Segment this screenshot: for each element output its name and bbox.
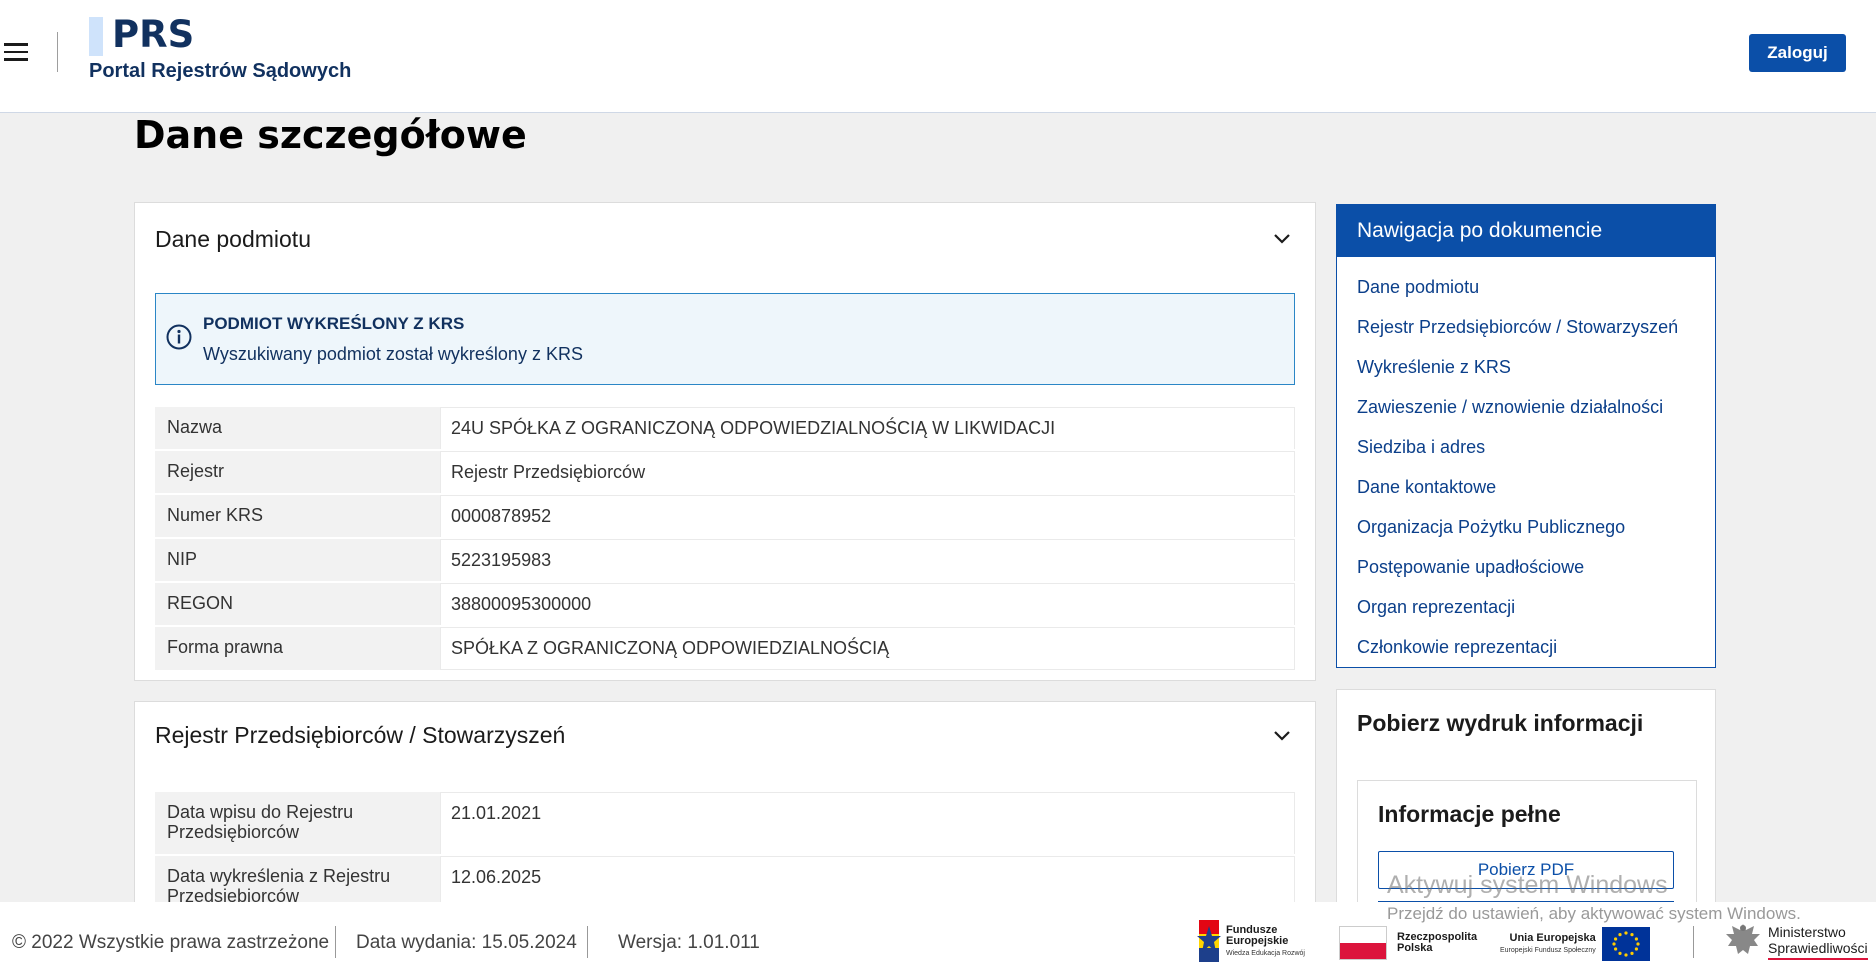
table-row: Data wpisu do Rejestru Przedsiębiorców 2… bbox=[155, 792, 1295, 856]
table-row: Rejestr Rejestr Przedsiębiorców bbox=[155, 451, 1295, 495]
chevron-down-icon[interactable] bbox=[1272, 726, 1292, 746]
table-row: Numer KRS 0000878952 bbox=[155, 495, 1295, 539]
table-row: Forma prawna SPÓŁKA Z OGRANICZONĄ ODPOWI… bbox=[155, 627, 1295, 672]
row-value: 5223195983 bbox=[440, 539, 1295, 581]
login-button[interactable]: Zaloguj bbox=[1749, 34, 1846, 72]
entity-details-table: Nazwa 24U SPÓŁKA Z OGRANICZONĄ ODPOWIEDZ… bbox=[155, 407, 1295, 672]
eagle-emblem-icon bbox=[1726, 924, 1760, 954]
ue-line1: Unia Europejska bbox=[1509, 932, 1596, 944]
fe-line2: Europejskie bbox=[1226, 934, 1289, 947]
fe-logo: Fundusze Europejskie Wiedza Edukacja Roz… bbox=[1197, 920, 1305, 962]
polish-flag-icon bbox=[1339, 926, 1387, 960]
logo-subtitle[interactable]: Portal Rejestrów Sądowych bbox=[89, 60, 351, 83]
ms-line1: Ministerstwo bbox=[1768, 924, 1846, 940]
nav-link[interactable]: Wykreślenie z KRS bbox=[1337, 347, 1715, 387]
footer-divider bbox=[587, 926, 588, 958]
table-row: NIP 5223195983 bbox=[155, 539, 1295, 583]
row-value: SPÓŁKA Z OGRANICZONĄ ODPOWIEDZIALNOŚCIĄ bbox=[440, 627, 1295, 670]
table-row: REGON 38800095300000 bbox=[155, 583, 1295, 627]
row-value: Rejestr Przedsiębiorców bbox=[440, 451, 1295, 493]
entity-card: Dane podmiotu PODMIOT WYKREŚLONY Z KRS W… bbox=[134, 202, 1316, 681]
row-value: 38800095300000 bbox=[440, 583, 1295, 625]
windows-activation-hint: Przejdź do ustawień, aby aktywować syste… bbox=[1387, 904, 1801, 923]
nav-list: Dane podmiotu Rejestr Przedsiębiorców / … bbox=[1337, 257, 1715, 667]
row-label: REGON bbox=[155, 583, 440, 625]
entity-card-title[interactable]: Dane podmiotu bbox=[155, 226, 311, 253]
footer-divider bbox=[1693, 926, 1694, 958]
nav-panel-title: Nawigacja po dokumencie bbox=[1337, 205, 1715, 257]
page-title: Dane szczegółowe bbox=[134, 113, 527, 157]
eu-flag-icon bbox=[1601, 927, 1650, 961]
row-value: 0000878952 bbox=[440, 495, 1295, 537]
nav-link[interactable]: Rejestr Przedsiębiorców / Stowarzyszeń bbox=[1337, 307, 1715, 347]
nav-link[interactable]: Organ reprezentacji bbox=[1337, 587, 1715, 627]
nav-link[interactable]: Postępowanie upadłościowe bbox=[1337, 547, 1715, 587]
footer-divider bbox=[335, 926, 336, 958]
nav-link[interactable]: Członkowie reprezentacji bbox=[1337, 627, 1715, 667]
fe-star-icon bbox=[1197, 920, 1221, 962]
alert-text: Wyszukiwany podmiot został wykreślony z … bbox=[203, 344, 583, 364]
register-details-table: Data wpisu do Rejestru Przedsiębiorców 2… bbox=[155, 792, 1295, 920]
removed-alert: PODMIOT WYKREŚLONY Z KRS Wyszukiwany pod… bbox=[155, 293, 1295, 385]
register-card: Rejestr Przedsiębiorców / Stowarzyszeń D… bbox=[134, 701, 1316, 931]
footer-version: Wersja: 1.01.011 bbox=[618, 932, 760, 953]
nav-link[interactable]: Zawieszenie / wznowienie działalności bbox=[1337, 387, 1715, 427]
nav-link[interactable]: Dane podmiotu bbox=[1337, 267, 1715, 307]
ms-logo: Ministerstwo Sprawiedliwości bbox=[1722, 920, 1868, 964]
row-label: Nazwa bbox=[155, 407, 440, 449]
ms-line2: Sprawiedliwości bbox=[1768, 940, 1868, 960]
print-panel-title: Pobierz wydruk informacji bbox=[1357, 710, 1644, 736]
rp-line2: Polska bbox=[1397, 942, 1433, 954]
row-value: 24U SPÓŁKA Z OGRANICZONĄ ODPOWIEDZIALNOŚ… bbox=[440, 407, 1295, 449]
windows-activation-watermark: Aktywuj system Windows bbox=[1387, 871, 1668, 899]
logo-accent bbox=[89, 17, 103, 56]
nav-link[interactable]: Dane kontaktowe bbox=[1337, 467, 1715, 507]
fe-small: Wiedza Edukacja Rozwój bbox=[1226, 949, 1305, 957]
footer-release-date: Data wydania: 15.05.2024 bbox=[356, 932, 577, 953]
table-row: Nazwa 24U SPÓŁKA Z OGRANICZONĄ ODPOWIEDZ… bbox=[155, 407, 1295, 451]
ue-small: Europejski Fundusz Społeczny bbox=[1500, 947, 1596, 954]
header-divider bbox=[57, 32, 58, 72]
nav-link[interactable]: Organizacja Pożytku Publicznego bbox=[1337, 507, 1715, 547]
nav-link[interactable]: Siedziba i adres bbox=[1337, 427, 1715, 467]
row-label: NIP bbox=[155, 539, 440, 581]
row-label: Rejestr bbox=[155, 451, 440, 493]
rp-logo: Rzeczpospolita Polska bbox=[1339, 926, 1477, 960]
footer-copyright: © 2022 Wszystkie prawa zastrzeżone bbox=[12, 932, 330, 953]
full-info-title: Informacje pełne bbox=[1378, 801, 1561, 827]
logo-title[interactable]: PRS bbox=[112, 13, 194, 56]
top-header: PRS Portal Rejestrów Sądowych Zaloguj bbox=[0, 0, 1876, 113]
alert-title: PODMIOT WYKREŚLONY Z KRS bbox=[203, 314, 465, 333]
chevron-down-icon[interactable] bbox=[1272, 229, 1292, 249]
info-icon bbox=[166, 324, 192, 350]
row-label: Forma prawna bbox=[155, 627, 440, 670]
menu-icon[interactable] bbox=[4, 43, 28, 61]
fe-line1: Fundusze bbox=[1226, 923, 1278, 936]
row-label: Numer KRS bbox=[155, 495, 440, 537]
document-navigation: Nawigacja po dokumencie Dane podmiotu Re… bbox=[1336, 204, 1716, 668]
ue-logo: Unia Europejska Europejski Fundusz Społe… bbox=[1500, 927, 1650, 961]
register-card-title[interactable]: Rejestr Przedsiębiorców / Stowarzyszeń bbox=[155, 722, 565, 749]
row-label: Data wpisu do Rejestru Przedsiębiorców bbox=[155, 792, 440, 854]
row-value: 21.01.2021 bbox=[440, 792, 1295, 854]
